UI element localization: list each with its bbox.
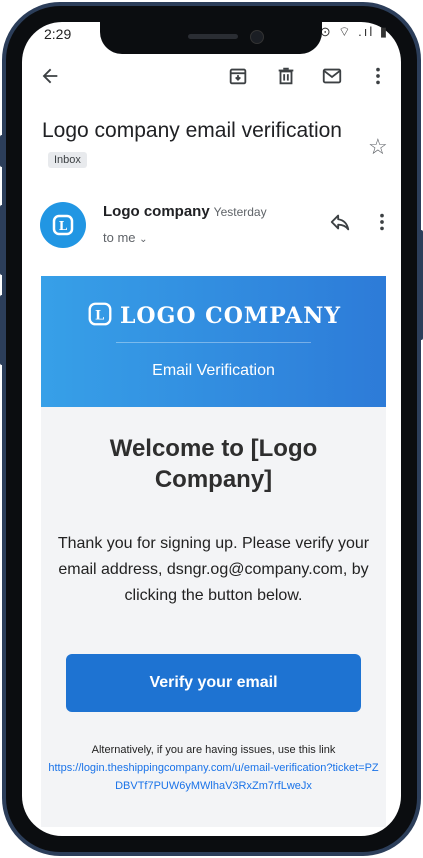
- banner-logo: L LOGO COMPANY: [41, 300, 386, 329]
- archive-icon[interactable]: [224, 62, 252, 90]
- phone-side-button: [0, 295, 5, 365]
- camera: [250, 30, 264, 44]
- body-text: Thank you for signing up. Please verify …: [57, 535, 370, 604]
- mail-icon[interactable]: [318, 62, 346, 90]
- recipients-toggle[interactable]: to me ⌄: [103, 230, 148, 245]
- banner-divider: [116, 342, 311, 343]
- phone-side-button: [418, 230, 423, 340]
- delete-icon[interactable]: [272, 62, 300, 90]
- status-icons: ⊙ ⌔ .ıl ▮: [319, 24, 389, 39]
- banner-title: LOGO COMPANY: [119, 303, 342, 329]
- reply-icon[interactable]: [326, 208, 354, 236]
- logo-icon: L: [88, 302, 112, 326]
- svg-text:L: L: [59, 219, 68, 233]
- email-date: Yesterday: [213, 205, 267, 219]
- verification-link[interactable]: https://login.theshippingcompany.com/u/e…: [46, 759, 381, 795]
- banner-subtitle: Email Verification: [152, 362, 275, 379]
- alternative-label: Alternatively, if you are having issues,…: [91, 744, 336, 756]
- chevron-down-icon: ⌄: [139, 234, 148, 245]
- alternative-text: Alternatively, if you are having issues,…: [46, 741, 381, 795]
- more-vert-icon[interactable]: [364, 62, 392, 90]
- back-arrow-icon[interactable]: [36, 62, 64, 90]
- email-banner: L LOGO COMPANY Email Verification: [41, 276, 386, 407]
- recipients-label: to me: [103, 230, 136, 245]
- star-icon[interactable]: ☆: [368, 134, 388, 160]
- email-subject: Logo company email verification Inbox: [42, 116, 342, 174]
- sender-line: Logo company Yesterday: [103, 203, 267, 220]
- phone-side-button: [0, 135, 5, 167]
- verify-email-button[interactable]: Verify your email: [66, 654, 361, 712]
- sender-name[interactable]: Logo company: [103, 203, 210, 220]
- inbox-badge[interactable]: Inbox: [48, 152, 87, 169]
- phone-side-button: [0, 205, 5, 275]
- subject-text: Logo company email verification: [42, 119, 342, 142]
- logo-icon: L: [52, 214, 74, 236]
- notch: [100, 20, 322, 54]
- speaker: [188, 34, 238, 39]
- status-time: 2:29: [44, 26, 72, 42]
- avatar[interactable]: L: [40, 202, 86, 248]
- welcome-heading: Welcome to [Logo Company]: [109, 435, 318, 493]
- more-vert-icon[interactable]: [368, 208, 396, 236]
- email-content: Welcome to [Logo Company] Thank you for …: [41, 407, 386, 827]
- svg-text:L: L: [95, 309, 105, 324]
